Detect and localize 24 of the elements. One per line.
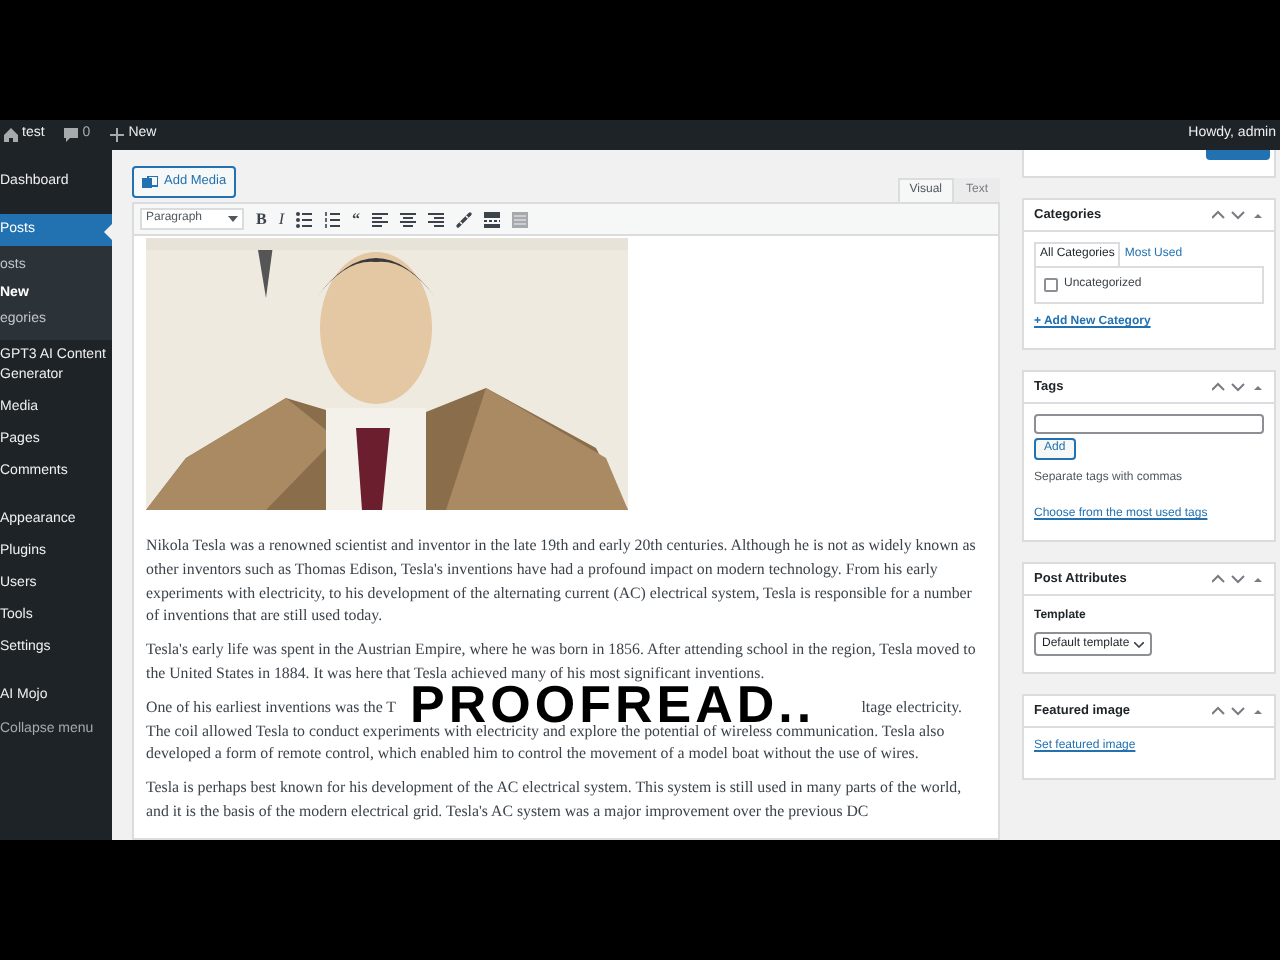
panel-controls-icon[interactable] bbox=[1212, 210, 1264, 220]
plus-icon bbox=[110, 128, 125, 142]
video-caption: PROOFREAD.. bbox=[410, 686, 816, 722]
media-icon bbox=[142, 175, 158, 189]
chevron-down-icon bbox=[1133, 641, 1144, 647]
checkbox[interactable] bbox=[1044, 278, 1058, 292]
align-right-icon[interactable] bbox=[428, 211, 445, 227]
dropdown-caret-icon bbox=[228, 216, 238, 222]
tag-input-field[interactable] bbox=[1034, 414, 1264, 434]
bullet-list-icon[interactable] bbox=[296, 211, 313, 227]
format-button[interactable]: “ bbox=[352, 211, 361, 227]
home-icon bbox=[4, 128, 18, 142]
link-icon[interactable] bbox=[456, 211, 473, 227]
read-more-icon[interactable] bbox=[484, 211, 501, 227]
panel-controls-icon[interactable] bbox=[1212, 574, 1264, 584]
format-button[interactable]: I bbox=[278, 211, 285, 227]
format-button[interactable]: B bbox=[256, 211, 267, 227]
panel-controls-icon[interactable] bbox=[1212, 706, 1264, 716]
align-left-icon[interactable] bbox=[372, 211, 389, 227]
panel-controls-icon[interactable] bbox=[1212, 382, 1264, 392]
comment-icon bbox=[64, 128, 79, 142]
numbered-list-icon[interactable] bbox=[324, 211, 341, 227]
toolbar-toggle-icon[interactable] bbox=[512, 211, 529, 227]
align-center-icon[interactable] bbox=[400, 211, 417, 227]
